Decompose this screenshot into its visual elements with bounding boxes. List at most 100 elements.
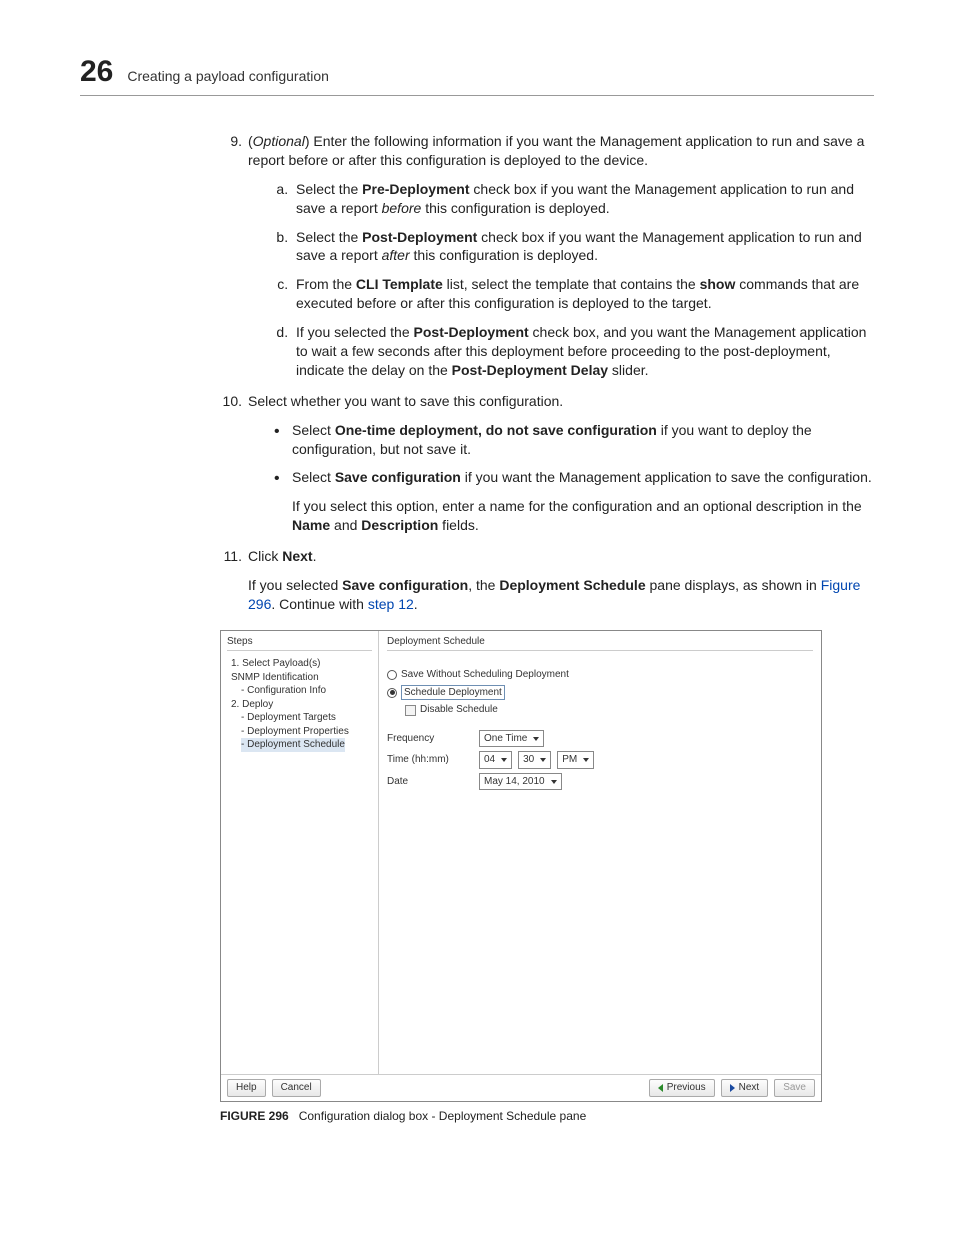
step-9a-t3: this configuration is deployed.: [421, 200, 609, 216]
s11p2-t1: If you selected: [248, 577, 342, 593]
dialog-footer: Help Cancel Previous Next Save: [221, 1074, 821, 1101]
step-9c: From the CLI Template list, select the t…: [292, 275, 874, 313]
step-9a-t1: Select the: [296, 181, 362, 197]
s11p2-b1: Save configuration: [342, 577, 468, 593]
step-9a-bold: Pre-Deployment: [362, 181, 469, 197]
radio-schedule-deployment[interactable]: Schedule Deployment: [387, 685, 813, 701]
row-frequency: Frequency One Time: [387, 730, 813, 748]
row-time: Time (hh:mm) 04 30 PM: [387, 751, 813, 769]
frequency-label: Frequency: [387, 732, 473, 746]
step-9b-bold: Post-Deployment: [362, 229, 477, 245]
s11-t1: Click: [248, 548, 282, 564]
config-dialog: Steps 1. Select Payload(s) SNMP Identifi…: [220, 630, 822, 1102]
s11p2-b2: Deployment Schedule: [499, 577, 645, 593]
tree-select-payloads[interactable]: 1. Select Payload(s): [227, 657, 372, 671]
step-9b-ital: after: [382, 247, 410, 263]
s11p2-t3: pane displays, as shown in: [646, 577, 821, 593]
step-10-lead: Select whether you want to save this con…: [248, 393, 563, 409]
chapter-number: 26: [80, 55, 113, 89]
checkbox-disable-schedule[interactable]: Disable Schedule: [387, 703, 813, 717]
radio-label-1: Save Without Scheduling Deployment: [401, 668, 569, 682]
tree-deploy[interactable]: 2. Deploy: [227, 698, 372, 712]
date-dropdown[interactable]: May 14, 2010: [479, 773, 562, 791]
time-ampm-value: PM: [562, 753, 577, 767]
s11p2-t4: . Continue with: [271, 596, 368, 612]
date-label: Date: [387, 775, 473, 789]
radio-label-2: Schedule Deployment: [401, 685, 505, 701]
figure-296: Steps 1. Select Payload(s) SNMP Identifi…: [220, 630, 874, 1124]
figure-caption: FIGURE 296 Configuration dialog box - De…: [220, 1108, 874, 1124]
step-9b-t1: Select the: [296, 229, 362, 245]
arrow-right-icon: [730, 1084, 735, 1092]
steps-title: Steps: [227, 635, 372, 652]
step-9: (Optional) Enter the following informati…: [220, 132, 874, 380]
step-9c-t2: list, select the template that contains …: [443, 276, 700, 292]
s11p2-t5: .: [414, 596, 418, 612]
step-9c-b1: CLI Template: [356, 276, 443, 292]
wizard-steps-tree: 1. Select Payload(s) SNMP Identification…: [227, 657, 372, 752]
time-ampm-dropdown[interactable]: PM: [557, 751, 594, 769]
arrow-left-icon: [658, 1084, 663, 1092]
step-9d-t3: slider.: [608, 362, 648, 378]
time-hour-dropdown[interactable]: 04: [479, 751, 512, 769]
link-step-12[interactable]: step 12: [368, 596, 414, 612]
step-9a-ital: before: [382, 200, 422, 216]
s11-t2: .: [313, 548, 317, 564]
s10b2-t1: Select: [292, 469, 335, 485]
step-11: Click Next. If you selected Save configu…: [220, 547, 874, 614]
s11p2-t2: , the: [468, 577, 499, 593]
content-body: (Optional) Enter the following informati…: [220, 132, 874, 1124]
figure-caption-text: Configuration dialog box - Deployment Sc…: [299, 1109, 587, 1123]
previous-button-label: Previous: [667, 1081, 706, 1095]
page-header: 26 Creating a payload configuration: [80, 55, 874, 96]
tree-config-info[interactable]: - Configuration Info: [227, 684, 372, 698]
time-hour-value: 04: [484, 753, 495, 767]
step-9d-b2: Post-Deployment Delay: [452, 362, 608, 378]
step-9d-b1: Post-Deployment: [414, 324, 529, 340]
time-min-dropdown[interactable]: 30: [518, 751, 551, 769]
s10b2-xt1: If you select this option, enter a name …: [292, 498, 862, 514]
checkbox-icon: [405, 705, 416, 716]
time-label: Time (hh:mm): [387, 753, 473, 767]
radio-save-without-sched[interactable]: Save Without Scheduling Deployment: [387, 668, 813, 682]
s10b2-xb1: Name: [292, 517, 330, 533]
s10b2-bold: Save configuration: [335, 469, 461, 485]
step-9b-t3: this configuration is deployed.: [410, 247, 598, 263]
next-button[interactable]: Next: [721, 1079, 769, 1097]
deployment-schedule-panel: Deployment Schedule Save Without Schedul…: [379, 631, 821, 1075]
step-9d: If you selected the Post-Deployment chec…: [292, 323, 874, 380]
tree-snmp-ident[interactable]: SNMP Identification: [227, 671, 372, 685]
next-button-label: Next: [739, 1081, 760, 1095]
radio-icon: [387, 670, 397, 680]
step-10: Select whether you want to save this con…: [220, 392, 874, 535]
cancel-button[interactable]: Cancel: [272, 1079, 321, 1097]
step-9b: Select the Post-Deployment check box if …: [292, 228, 874, 266]
wizard-steps-panel: Steps 1. Select Payload(s) SNMP Identifi…: [221, 631, 379, 1075]
s10b2-t2: if you want the Management application t…: [461, 469, 872, 485]
s11-bold: Next: [282, 548, 312, 564]
tree-deploy-targets[interactable]: - Deployment Targets: [227, 711, 372, 725]
step-10-bullet-1: Select One-time deployment, do not save …: [292, 421, 874, 459]
chevron-down-icon: [583, 758, 589, 762]
tree-deploy-schedule-label: - Deployment Schedule: [241, 738, 345, 752]
frequency-dropdown[interactable]: One Time: [479, 730, 544, 748]
tree-deploy-schedule[interactable]: - Deployment Schedule: [227, 738, 372, 752]
checkbox-label: Disable Schedule: [420, 703, 498, 717]
s10b2-xt3: fields.: [438, 517, 478, 533]
tree-deploy-properties[interactable]: - Deployment Properties: [227, 725, 372, 739]
s10b2-xt2: and: [330, 517, 361, 533]
step-9c-t1: From the: [296, 276, 356, 292]
step-9-optional: Optional: [253, 133, 305, 149]
s10b1-bold: One-time deployment, do not save configu…: [335, 422, 657, 438]
s10b1-t1: Select: [292, 422, 335, 438]
frequency-value: One Time: [484, 732, 527, 746]
save-button[interactable]: Save: [774, 1079, 815, 1097]
help-button[interactable]: Help: [227, 1079, 266, 1097]
chevron-down-icon: [551, 780, 557, 784]
previous-button[interactable]: Previous: [649, 1079, 715, 1097]
time-min-value: 30: [523, 753, 534, 767]
chevron-down-icon: [501, 758, 507, 762]
panel-title: Deployment Schedule: [387, 635, 813, 652]
step-9a: Select the Pre-Deployment check box if y…: [292, 180, 874, 218]
chapter-title: Creating a payload configuration: [127, 68, 329, 84]
